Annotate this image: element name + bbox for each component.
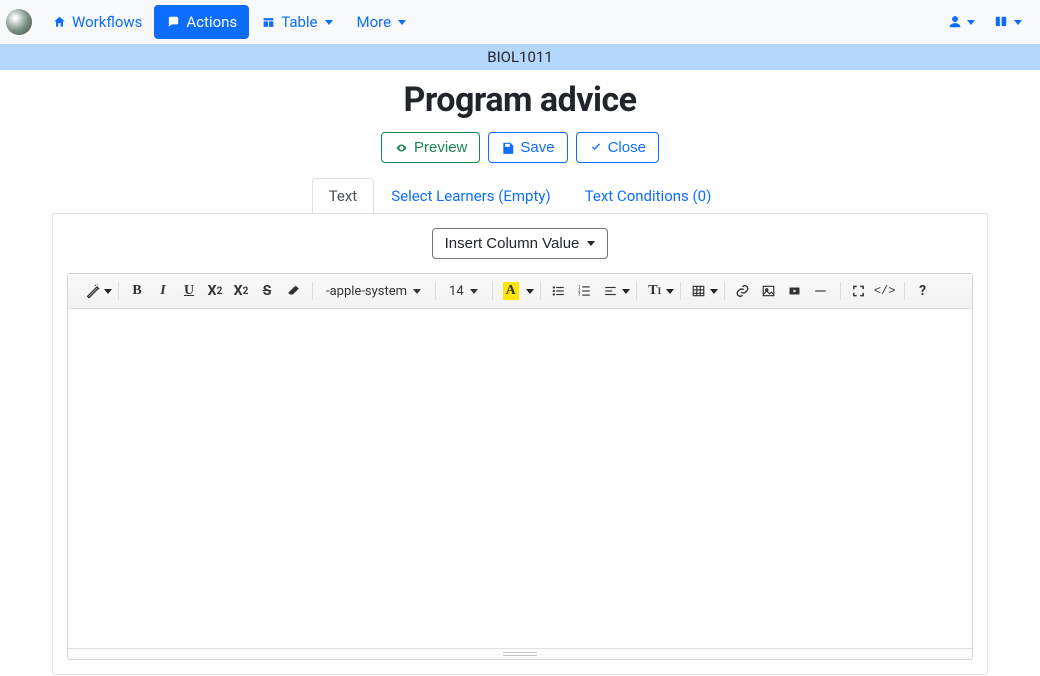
user-menu[interactable] bbox=[948, 15, 975, 29]
course-banner: BIOL1011 bbox=[0, 44, 1040, 70]
ordered-list-button[interactable]: 123 bbox=[572, 278, 598, 304]
tabs: Text Select Learners (Empty) Text Condit… bbox=[0, 177, 1040, 214]
fullscreen-button[interactable] bbox=[846, 278, 872, 304]
nav-more[interactable]: More bbox=[345, 5, 419, 39]
paragraph-align-button[interactable] bbox=[598, 278, 624, 304]
book-menu[interactable] bbox=[993, 15, 1022, 29]
video-button[interactable] bbox=[782, 278, 808, 304]
bold-button[interactable]: B bbox=[124, 278, 150, 304]
eye-icon bbox=[394, 142, 409, 154]
nav-workflows-label: Workflows bbox=[72, 13, 142, 31]
subscript-button[interactable]: X2 bbox=[228, 278, 254, 304]
home-icon bbox=[52, 15, 67, 29]
tab-learners[interactable]: Select Learners (Empty) bbox=[374, 178, 567, 214]
chevron-down-icon bbox=[967, 20, 975, 25]
italic-button[interactable]: I bbox=[150, 278, 176, 304]
chevron-down-icon bbox=[413, 289, 421, 294]
editor-textarea[interactable] bbox=[68, 309, 972, 649]
grip-icon bbox=[503, 652, 537, 656]
help-button[interactable]: ? bbox=[910, 278, 936, 304]
nav-more-label: More bbox=[357, 13, 392, 31]
preview-label: Preview bbox=[414, 139, 467, 156]
save-label: Save bbox=[520, 139, 554, 156]
tab-conditions[interactable]: Text Conditions (0) bbox=[568, 178, 729, 214]
chevron-down-icon[interactable] bbox=[710, 289, 718, 294]
nav-actions-label: Actions bbox=[186, 13, 237, 31]
chevron-down-icon bbox=[1014, 20, 1022, 25]
resize-handle[interactable] bbox=[68, 649, 972, 659]
nav-table[interactable]: Table bbox=[249, 5, 344, 39]
tab-text-label: Text bbox=[329, 187, 358, 205]
table-icon bbox=[261, 16, 276, 29]
link-button[interactable] bbox=[730, 278, 756, 304]
save-button[interactable]: Save bbox=[488, 132, 567, 163]
code-view-button[interactable]: </> bbox=[872, 278, 898, 304]
comments-icon bbox=[166, 15, 181, 29]
svg-text:3: 3 bbox=[578, 292, 581, 297]
nav-table-label: Table bbox=[281, 13, 317, 31]
chevron-down-icon[interactable] bbox=[622, 289, 630, 294]
close-label: Close bbox=[608, 139, 646, 156]
line-height-button[interactable]: TI bbox=[642, 278, 668, 304]
font-size-dropdown[interactable]: 14 bbox=[441, 278, 486, 304]
insert-column-wrap: Insert Column Value bbox=[67, 228, 973, 259]
chevron-down-icon bbox=[587, 241, 595, 246]
close-button[interactable]: Close bbox=[576, 132, 659, 163]
text-color-button[interactable]: A bbox=[498, 278, 524, 304]
nav-workflows[interactable]: Workflows bbox=[40, 5, 154, 39]
insert-column-button[interactable]: Insert Column Value bbox=[432, 228, 609, 259]
app-logo[interactable] bbox=[6, 9, 32, 35]
insert-column-label: Insert Column Value bbox=[445, 235, 580, 252]
strikethrough-button[interactable]: S bbox=[254, 278, 280, 304]
image-button[interactable] bbox=[756, 278, 782, 304]
nav-left: Workflows Actions Table More bbox=[6, 5, 418, 39]
magic-icon[interactable] bbox=[80, 278, 106, 304]
action-button-row: Preview Save Close bbox=[0, 132, 1040, 163]
font-family-dropdown[interactable]: -apple-system bbox=[318, 278, 429, 304]
chevron-down-icon bbox=[398, 20, 406, 25]
eraser-icon[interactable] bbox=[280, 278, 306, 304]
underline-button[interactable]: U bbox=[176, 278, 202, 304]
chevron-down-icon[interactable] bbox=[666, 289, 674, 294]
font-size-label: 14 bbox=[449, 284, 464, 299]
tab-text[interactable]: Text bbox=[312, 178, 375, 214]
font-family-label: -apple-system bbox=[326, 284, 407, 299]
tab-learners-label: Select Learners (Empty) bbox=[391, 187, 550, 205]
nav-right bbox=[948, 15, 1034, 29]
course-code: BIOL1011 bbox=[487, 48, 553, 66]
top-navbar: Workflows Actions Table More bbox=[0, 0, 1040, 44]
tab-conditions-label: Text Conditions (0) bbox=[585, 187, 712, 205]
superscript-button[interactable]: X2 bbox=[202, 278, 228, 304]
check-icon bbox=[589, 142, 603, 154]
save-icon bbox=[501, 141, 515, 155]
color-letter: A bbox=[503, 282, 519, 300]
chevron-down-icon[interactable] bbox=[526, 289, 534, 294]
chevron-down-icon[interactable] bbox=[104, 289, 112, 294]
horizontal-rule-button[interactable] bbox=[808, 278, 834, 304]
editor-toolbar: B I U X2 X2 S -apple-system 14 bbox=[68, 274, 972, 309]
nav-actions[interactable]: Actions bbox=[154, 5, 249, 39]
chevron-down-icon bbox=[470, 289, 478, 294]
table-button[interactable] bbox=[686, 278, 712, 304]
unordered-list-button[interactable] bbox=[546, 278, 572, 304]
chevron-down-icon bbox=[325, 20, 333, 25]
page-title: Program advice bbox=[0, 80, 1040, 120]
tab-content: Insert Column Value B I U X2 X2 S bbox=[52, 213, 988, 675]
preview-button[interactable]: Preview bbox=[381, 132, 480, 163]
rich-text-editor: B I U X2 X2 S -apple-system 14 bbox=[67, 273, 973, 660]
